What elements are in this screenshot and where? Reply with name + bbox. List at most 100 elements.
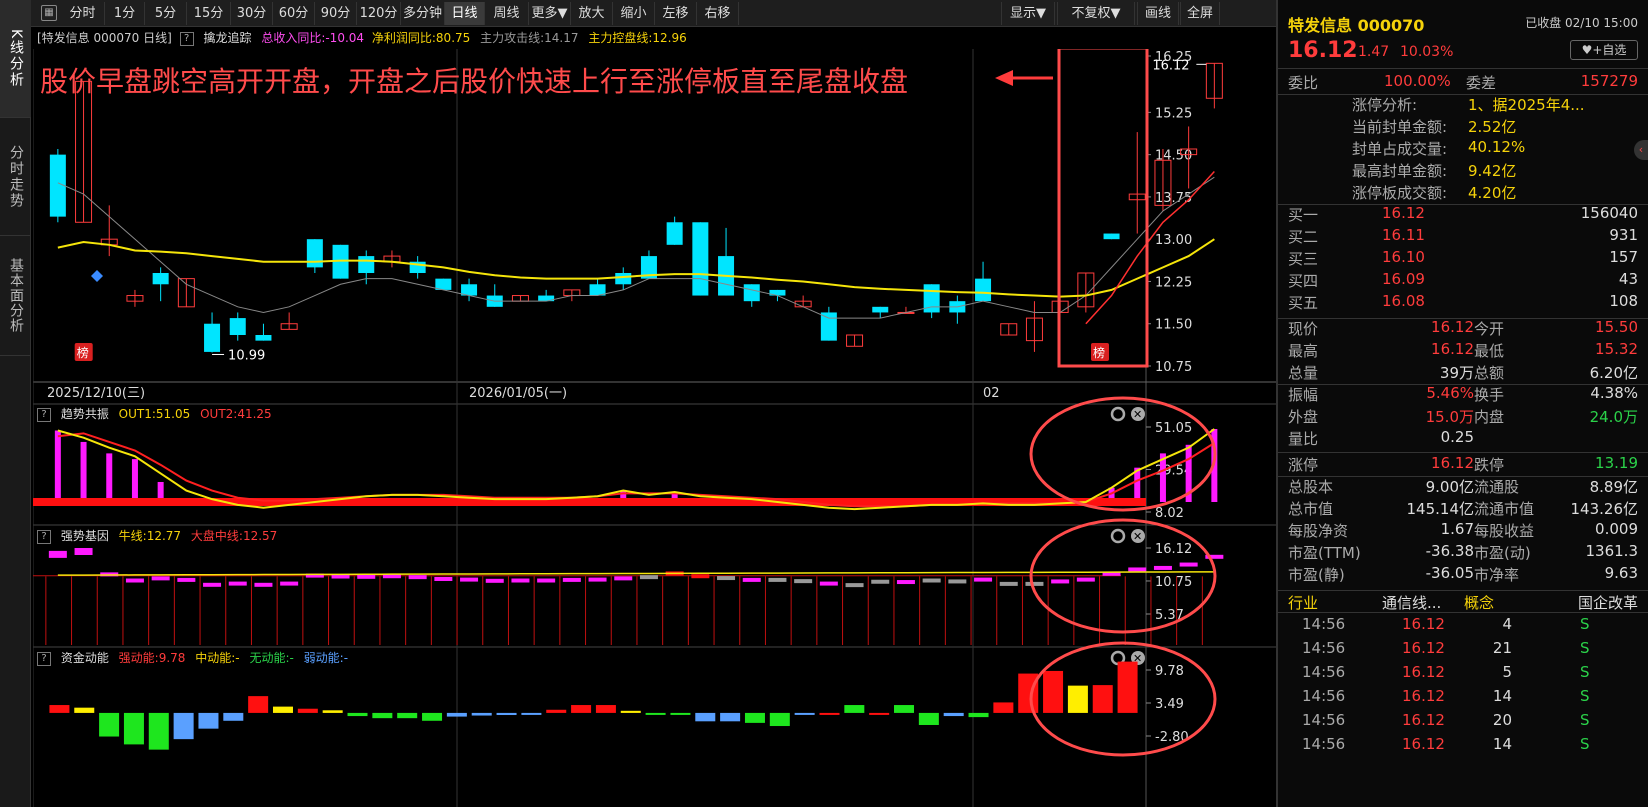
stat-value: 15.32	[1595, 340, 1638, 358]
sub1-help-icon[interactable]: ?	[37, 407, 51, 422]
sub2-bar	[768, 577, 787, 582]
y-tick-label: 11.50	[1155, 318, 1192, 333]
sub2-bar	[280, 581, 299, 586]
diamond-marker	[91, 270, 103, 282]
tick-price: 16.12	[1402, 639, 1445, 657]
concept-label: 概念	[1464, 594, 1495, 612]
stat-label: 今开	[1474, 320, 1505, 338]
right-tool-button[interactable]: 全屏	[1180, 2, 1220, 25]
period-button[interactable]: 30分	[231, 2, 273, 25]
industry-value[interactable]: 通信线...	[1382, 592, 1441, 613]
industry-label: 行业	[1288, 594, 1319, 612]
tick-side: S	[1580, 615, 1590, 633]
bid-price[interactable]: 16.09	[1382, 270, 1425, 288]
tool-button[interactable]: 缩小	[613, 2, 655, 25]
tick-time: 14:56	[1302, 615, 1346, 633]
period-button[interactable]: 多分钟	[401, 2, 445, 25]
stat-label: 最高	[1288, 342, 1319, 360]
collapse-arrow-icon[interactable]: ‹	[1634, 140, 1648, 160]
tick-price: 16.12	[1402, 663, 1445, 681]
sub3-bar	[322, 710, 343, 713]
candle-body	[306, 239, 323, 268]
close-icon-glyph: ✕	[1133, 530, 1142, 543]
sub3-bar	[993, 702, 1014, 713]
zt-value[interactable]: 1、据2025年4...	[1468, 94, 1585, 115]
sub2-name[interactable]: 强势基因	[61, 529, 109, 543]
tab-intraday[interactable]: 分时走势	[0, 118, 31, 236]
sub2-bar	[639, 575, 658, 580]
candle-body	[152, 273, 169, 285]
tab-fundamentals-label: 基本面分析	[8, 258, 24, 333]
sub3-bar	[869, 712, 890, 715]
indicator-name[interactable]: 擒龙追踪	[203, 31, 251, 45]
stat-value: 4.38%	[1590, 384, 1638, 402]
stat-value: 145.14亿	[1406, 500, 1475, 518]
last-price: 16.12	[1288, 38, 1358, 63]
tick-time: 14:56	[1302, 687, 1346, 705]
bid-price[interactable]: 16.10	[1382, 248, 1425, 266]
period-button[interactable]: 更多▼	[529, 2, 571, 25]
concept-value[interactable]: 国企改革	[1578, 592, 1638, 613]
sub3-bar	[769, 712, 790, 727]
period-button[interactable]: 5分	[145, 2, 187, 25]
sub2-tick-label: 16.12	[1155, 542, 1192, 557]
stat-label: 内盘	[1474, 408, 1505, 426]
period-button[interactable]: 60分	[273, 2, 315, 25]
tab-fundamentals[interactable]: 基本面分析	[0, 236, 31, 356]
right-tool-button[interactable]: 画线	[1137, 2, 1179, 25]
rank-badge-text: 榜	[1093, 345, 1105, 360]
sub3-name[interactable]: 资金动能	[61, 651, 109, 665]
stat-label: 市净率	[1474, 566, 1520, 584]
tool-button[interactable]: 放大	[571, 2, 613, 25]
period-button[interactable]: 90分	[315, 2, 357, 25]
tool-button[interactable]: 左移	[655, 2, 697, 25]
stat-label: 总量	[1288, 364, 1319, 382]
period-button[interactable]: 120分	[357, 2, 401, 25]
zt-label: 最高封单金额:	[1352, 162, 1448, 180]
zt-label: 涨停板成交额:	[1352, 184, 1448, 202]
sub1-bar	[54, 430, 61, 502]
chart-mode-icon[interactable]: ▦	[41, 5, 57, 21]
period-button[interactable]: 周线	[485, 2, 529, 25]
candle-body	[666, 222, 683, 245]
kline-chart[interactable]: 16.2515.2514.5013.7513.0012.2511.5010.75…	[33, 49, 1276, 807]
period-button[interactable]: 日线	[445, 2, 485, 25]
sub3-bar	[571, 705, 592, 713]
bid-volume: 108	[1609, 292, 1638, 310]
bid-volume: 156040	[1580, 204, 1638, 222]
sub2-bar	[254, 582, 273, 587]
period-button[interactable]: 分时	[61, 2, 105, 25]
sub2-bar	[1153, 565, 1172, 570]
bid-price[interactable]: 16.11	[1382, 226, 1425, 244]
sub3-bar	[471, 712, 492, 716]
bid-price[interactable]: 16.08	[1382, 292, 1425, 310]
sub3-help-icon[interactable]: ?	[37, 651, 51, 666]
sub3-bar	[272, 706, 293, 713]
zt-value: 4.20亿	[1468, 184, 1517, 202]
add-watchlist-button[interactable]: ♥+自选	[1570, 40, 1638, 60]
stat-label: 流通市值	[1474, 500, 1535, 518]
sub1-out2: OUT2:41.25	[200, 407, 272, 421]
right-tool-button[interactable]: 显示▼	[1001, 2, 1055, 25]
tab-kline[interactable]: K线分析	[0, 0, 31, 118]
y-tick-label: 10.75	[1155, 360, 1192, 375]
period-button[interactable]: 15分	[187, 2, 231, 25]
stat-label: 流通股	[1474, 478, 1520, 496]
sub3-bar	[968, 712, 989, 718]
sub2-help-icon[interactable]: ?	[37, 529, 51, 544]
help-icon[interactable]: ?	[179, 31, 194, 46]
sub1-name[interactable]: 趋势共振	[61, 407, 109, 421]
sub2-line-yellow	[57, 571, 1215, 576]
right-tool-button[interactable]: 不复权▼	[1057, 2, 1135, 25]
sub3-bar	[123, 712, 144, 745]
candle-body	[204, 323, 221, 352]
sub2-bar	[1025, 581, 1044, 586]
sub3-mid: 中动能:-	[195, 651, 240, 665]
tick-volume: 14	[1492, 687, 1512, 705]
tick-volume: 14	[1492, 735, 1512, 753]
bid-price[interactable]: 16.12	[1382, 204, 1425, 222]
tick-price: 16.12	[1402, 711, 1445, 729]
tool-button[interactable]: 右移	[697, 2, 739, 25]
stat-value: -36.38	[1425, 542, 1474, 560]
period-button[interactable]: 1分	[105, 2, 145, 25]
